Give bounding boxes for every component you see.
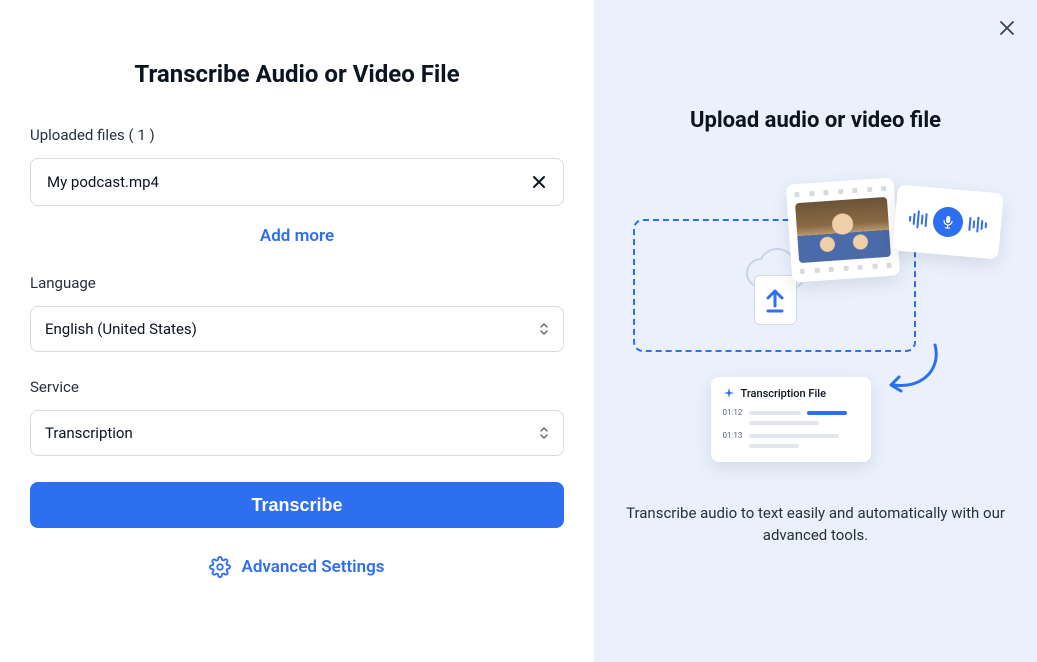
left-panel: Transcribe Audio or Video File Uploaded … bbox=[0, 0, 594, 662]
advanced-settings-label: Advanced Settings bbox=[241, 557, 384, 577]
add-more-button[interactable]: Add more bbox=[30, 226, 564, 246]
timestamp-1: 01:12 bbox=[723, 408, 743, 417]
upload-illustration: Transcription File 01:12 01:13 bbox=[631, 173, 1001, 473]
transcribe-button-label: Transcribe bbox=[251, 495, 342, 515]
transcription-file-header: Transcription File bbox=[723, 387, 859, 400]
close-icon bbox=[531, 174, 547, 190]
remove-file-button[interactable] bbox=[531, 174, 547, 190]
select-caret-icon bbox=[539, 322, 549, 336]
transcribe-button[interactable]: Transcribe bbox=[30, 482, 564, 528]
film-strip bbox=[799, 263, 891, 274]
transcription-file-card: Transcription File 01:12 01:13 bbox=[711, 377, 871, 462]
waveform-right bbox=[968, 216, 987, 234]
advanced-settings-button[interactable]: Advanced Settings bbox=[30, 556, 564, 578]
language-label: Language bbox=[30, 274, 564, 292]
right-panel: Upload audio or video file bbox=[594, 0, 1037, 662]
video-thumb bbox=[795, 197, 891, 263]
language-value: English (United States) bbox=[45, 320, 197, 338]
uploaded-file-chip: My podcast.mp4 bbox=[30, 158, 564, 206]
service-label: Service bbox=[30, 378, 564, 396]
text-bar-highlight bbox=[807, 411, 847, 415]
service-value: Transcription bbox=[45, 424, 133, 442]
text-bar bbox=[749, 421, 819, 425]
language-select[interactable]: English (United States) bbox=[30, 306, 564, 352]
text-bar bbox=[749, 411, 801, 415]
page-title: Transcribe Audio or Video File bbox=[30, 60, 564, 88]
gear-icon bbox=[209, 556, 231, 578]
microphone-icon bbox=[931, 206, 964, 239]
right-description: Transcribe audio to text easily and auto… bbox=[626, 503, 1006, 547]
uploaded-files-label: Uploaded files ( 1 ) bbox=[30, 126, 564, 144]
right-title: Upload audio or video file bbox=[690, 108, 941, 133]
text-bar bbox=[749, 444, 799, 448]
service-select[interactable]: Transcription bbox=[30, 410, 564, 456]
sparkle-icon bbox=[723, 388, 735, 400]
uploaded-file-name: My podcast.mp4 bbox=[47, 173, 159, 191]
curved-arrow-icon bbox=[885, 343, 943, 403]
add-more-label: Add more bbox=[260, 226, 334, 246]
waveform-left bbox=[908, 210, 928, 230]
timestamp-2: 01:13 bbox=[723, 431, 743, 440]
upload-arrow-icon bbox=[764, 286, 786, 314]
text-bar bbox=[749, 434, 839, 438]
film-strip bbox=[794, 186, 886, 197]
close-icon bbox=[999, 20, 1015, 36]
transcription-file-label: Transcription File bbox=[741, 387, 826, 400]
audio-waveform-card bbox=[892, 185, 1003, 260]
video-thumbnail-card bbox=[785, 177, 900, 282]
upload-card bbox=[754, 275, 797, 325]
select-caret-icon bbox=[539, 426, 549, 440]
close-button[interactable] bbox=[999, 20, 1015, 40]
